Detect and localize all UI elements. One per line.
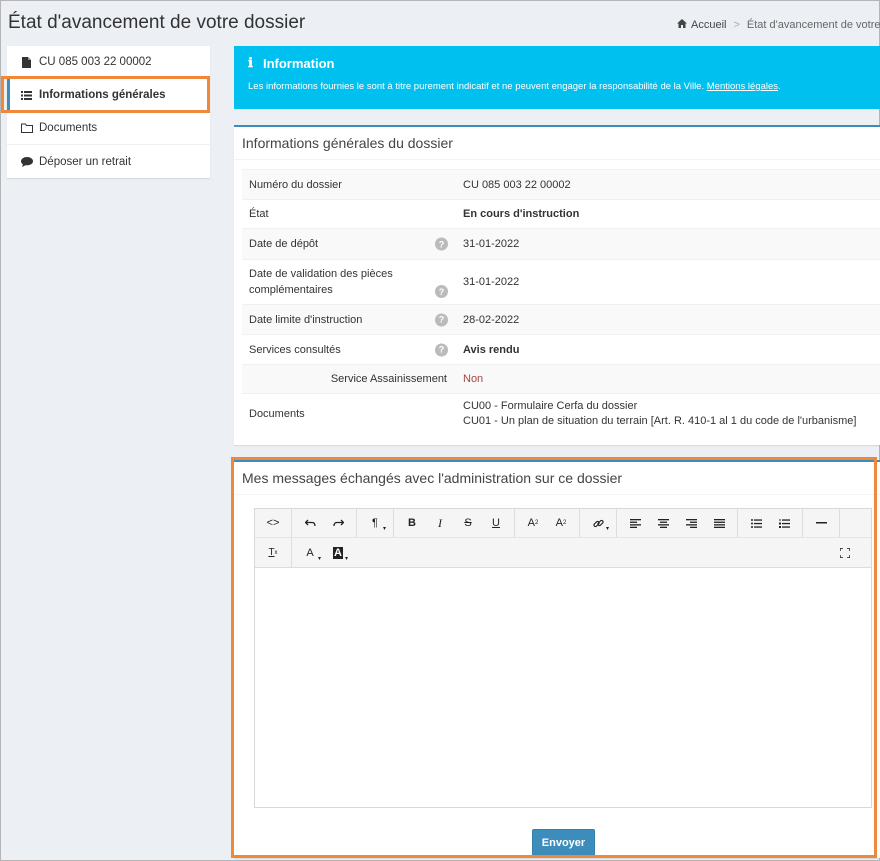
row-label: Numéro du dossier [242, 169, 456, 200]
table-row: Documents CU00 - Formulaire Cerfa du dos… [242, 393, 880, 435]
breadcrumb-home-link[interactable]: Accueil [691, 19, 726, 31]
comment-icon [20, 156, 33, 167]
sidebar-item-dossier[interactable]: CU 085 003 22 00002 [7, 46, 210, 79]
row-label: Date de dépôt [249, 238, 319, 250]
row-value: 31-01-2022 [456, 228, 880, 260]
sidebar-item-deposer-retrait[interactable]: Déposer un retrait [7, 145, 210, 178]
row-label: Service Assainissement [242, 364, 456, 394]
folder-icon [20, 123, 33, 133]
row-value: Avis rendu [456, 334, 880, 365]
row-label: Date limite d'instruction [249, 313, 363, 326]
home-icon [677, 19, 687, 31]
help-icon[interactable]: ? [435, 313, 448, 326]
row-value: 28-02-2022 [456, 304, 880, 335]
sidebar-item-label: CU 085 003 22 00002 [39, 56, 152, 68]
row-label: Documents [242, 393, 456, 435]
sidebar-item-label: Déposer un retrait [39, 155, 132, 168]
sidebar-item-documents[interactable]: Documents [7, 112, 210, 145]
mentions-legales-link[interactable]: Mentions légales [707, 81, 778, 92]
dossier-info-title: Informations générales du dossier [234, 127, 880, 160]
row-value: Non [456, 364, 880, 394]
file-icon [20, 56, 33, 68]
callout-text: Les informations fournies le sont à titr… [248, 81, 705, 92]
document-link[interactable]: CU01 - Un plan de situation du terrain [… [463, 414, 873, 429]
dossier-info-box: Informations générales du dossier Numéro… [234, 125, 880, 445]
row-value: En cours d'instruction [456, 199, 880, 229]
help-icon[interactable]: ? [435, 285, 448, 298]
sidebar-item-label: Documents [39, 122, 98, 134]
breadcrumb-separator: > [733, 19, 740, 31]
highlight-frame-sidebar [1, 76, 210, 113]
document-link[interactable]: CU00 - Formulaire Cerfa du dossier [463, 399, 873, 414]
row-value: CU 085 003 22 00002 [456, 169, 880, 200]
breadcrumb: Accueil > État d'avancement de votre dos… [677, 19, 880, 31]
breadcrumb-current: État d'avancement de votre doss [746, 19, 880, 31]
help-icon[interactable]: ? [435, 343, 448, 356]
row-value: 31-01-2022 [456, 259, 880, 305]
page-title: État d'avancement de votre dossier [8, 12, 306, 33]
table-row: Services consultés? Avis rendu [242, 334, 880, 365]
table-row: Service Assainissement Non [242, 364, 880, 394]
table-row: Date de dépôt? 31-01-2022 [242, 228, 880, 260]
table-row: Date de validation des pièces complément… [242, 259, 880, 305]
table-row: Date limite d'instruction? 28-02-2022 [242, 304, 880, 335]
highlight-frame-messages [231, 457, 877, 858]
row-label: Date de validation des pièces complément… [249, 268, 393, 296]
table-row: État En cours d'instruction [242, 199, 880, 229]
callout-title: Information [262, 56, 335, 71]
info-icon: ℹ [248, 56, 253, 71]
info-callout: ℹ Information Les informations fournies … [234, 46, 880, 109]
table-row: Numéro du dossier CU 085 003 22 00002 [242, 169, 880, 200]
help-icon[interactable]: ? [435, 237, 448, 251]
row-label: État [242, 199, 456, 229]
dossier-info-table: Numéro du dossier CU 085 003 22 00002 Ét… [242, 169, 880, 435]
row-label: Services consultés [249, 343, 341, 356]
